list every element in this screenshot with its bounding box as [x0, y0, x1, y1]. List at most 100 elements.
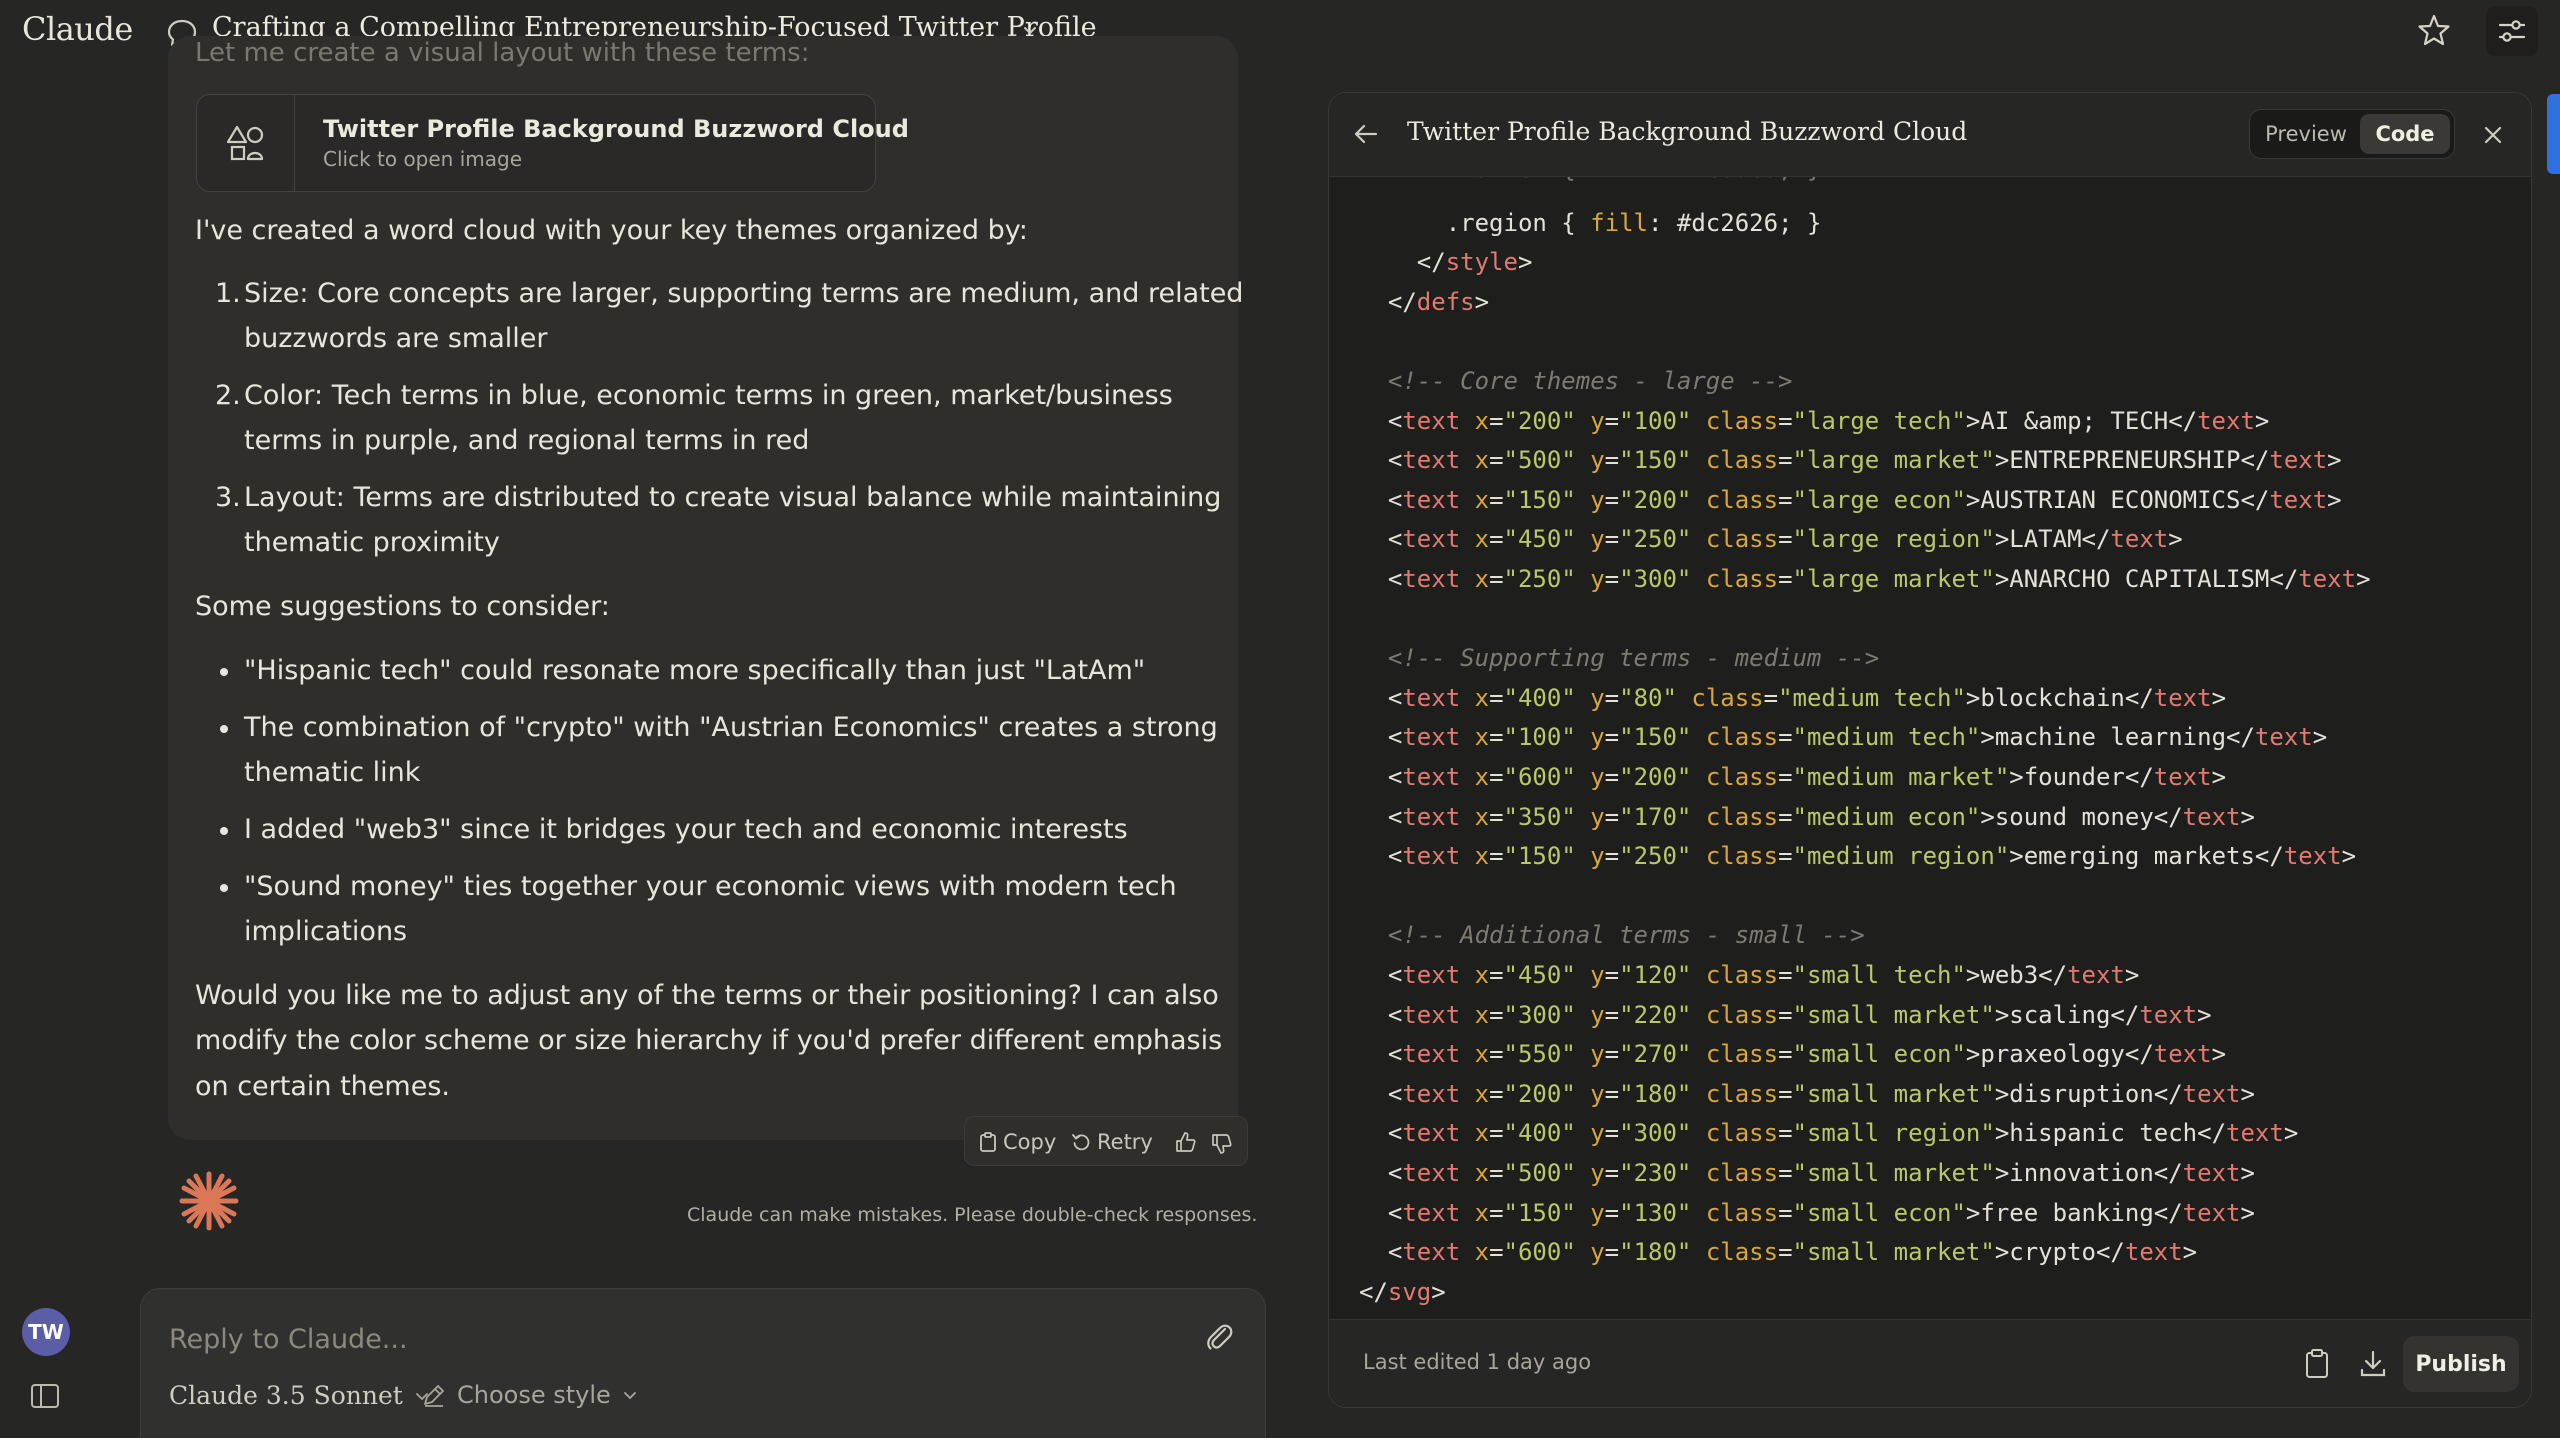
- right-edge-indicator: [2547, 94, 2560, 174]
- last-edited-text: Last edited 1 day ago: [1363, 1350, 1592, 1374]
- bullet-dot: [220, 668, 228, 676]
- code-line: </svg>: [1359, 1277, 1446, 1306]
- message-action-bar: Copy Retry: [964, 1116, 1248, 1166]
- artifact-header: Twitter Profile Background Buzzword Clou…: [1329, 93, 2531, 177]
- copy-button[interactable]: Copy: [979, 1127, 1056, 1157]
- bullet-line: "Sound money" ties together your economi…: [244, 871, 1177, 902]
- code-line: <text x="500" y="230" class="small marke…: [1359, 1159, 2255, 1187]
- reply-input[interactable]: [169, 1319, 1169, 1359]
- sliders-icon: [2498, 20, 2526, 42]
- preview-code-toggle: Preview Code: [2249, 109, 2455, 159]
- code-line: <text x="600" y="200" class="medium mark…: [1359, 763, 2227, 791]
- settings-button[interactable]: [2486, 6, 2538, 56]
- bullet-line: thematic link: [244, 757, 421, 788]
- claude-spark-icon: [179, 1171, 239, 1231]
- suggestions-heading: Some suggestions to consider:: [195, 591, 610, 622]
- bullet-dot: [220, 827, 228, 835]
- code-line: <text x="550" y="270" class="small econ"…: [1359, 1040, 2227, 1069]
- code-line: <text x="150" y="200" class="large econ"…: [1359, 485, 2342, 514]
- thumbs-up-icon[interactable]: [1175, 1131, 1197, 1153]
- code-line: <text x="450" y="120" class="small tech"…: [1359, 961, 2140, 989]
- bullet-line: "Hispanic tech" could resonate more spec…: [244, 655, 1146, 686]
- star-button[interactable]: [2414, 10, 2454, 50]
- paperclip-icon[interactable]: [1201, 1319, 1237, 1355]
- bullet-line: I added "web3" since it bridges your tec…: [244, 814, 1128, 845]
- list-number: 3.: [215, 482, 241, 513]
- code-view[interactable]: .market { fill: #7c3aed; } .region { fil…: [1329, 177, 2531, 1317]
- code-line: <text x="150" y="250" class="medium regi…: [1359, 842, 2357, 871]
- composer: Claude 3.5 Sonnet Choose style: [140, 1288, 1266, 1438]
- code-line: <text x="150" y="130" class="small econ"…: [1359, 1198, 2255, 1227]
- retry-button[interactable]: Retry: [1071, 1127, 1153, 1157]
- bullet-line: implications: [244, 916, 408, 947]
- artifact-panel: Twitter Profile Background Buzzword Clou…: [1328, 92, 2532, 1408]
- code-line: <text x="250" y="300" class="large marke…: [1359, 565, 2371, 593]
- closing-line: Would you like me to adjust any of the t…: [195, 980, 1219, 1011]
- pen-icon: [424, 1385, 444, 1407]
- code-line: <text x="500" y="150" class="large marke…: [1359, 446, 2342, 475]
- code-line: <text x="600" y="180" class="small marke…: [1359, 1238, 2198, 1267]
- bullet-line: The combination of "crypto" with "Austri…: [244, 712, 1218, 743]
- code-line: <text x="200" y="100" class="large tech"…: [1359, 406, 2270, 435]
- star-icon: [2418, 14, 2450, 46]
- tab-preview[interactable]: Preview: [2254, 114, 2358, 154]
- clipboard-icon[interactable]: [2299, 1346, 2335, 1382]
- code-line: <!-- Additional terms - small -->: [1387, 921, 1865, 950]
- code-line: <text x="400" y="80" class="medium tech"…: [1359, 683, 2227, 712]
- code-line: <text x="350" y="170" class="medium econ…: [1359, 802, 2255, 831]
- sidebar-toggle-icon[interactable]: [30, 1382, 60, 1410]
- artifact-chip-title: Twitter Profile Background Buzzword Clou…: [323, 115, 909, 143]
- list-item-line: buzzwords are smaller: [244, 323, 548, 354]
- model-selector[interactable]: Claude 3.5 Sonnet: [169, 1381, 431, 1410]
- list-number: 2.: [215, 380, 241, 411]
- thumbs-down-icon[interactable]: [1211, 1133, 1233, 1155]
- code-line: <text x="400" y="300" class="small regio…: [1359, 1119, 2299, 1148]
- copy-label: Copy: [1003, 1130, 1057, 1154]
- back-arrow-icon[interactable]: [1349, 117, 1383, 151]
- style-label: Choose style: [457, 1381, 611, 1409]
- code-line: <!-- Supporting terms - medium -->: [1387, 644, 1880, 673]
- code-line: <!-- Core themes - large -->: [1387, 367, 1793, 395]
- model-name: Claude 3.5 Sonnet: [169, 1381, 403, 1410]
- code-line: <text x="200" y="180" class="small marke…: [1359, 1079, 2255, 1108]
- list-number: 1.: [215, 278, 241, 309]
- close-icon[interactable]: [2477, 119, 2509, 151]
- message-intro: I've created a word cloud with your key …: [195, 215, 1028, 246]
- list-item-line: Size: Core concepts are larger, supporti…: [244, 278, 1244, 309]
- artifact-footer: Last edited 1 day ago Publish: [1329, 1319, 2531, 1407]
- faded-intro-text: Let me create a visual layout with these…: [195, 38, 810, 68]
- disclaimer-text: Claude can make mistakes. Please double-…: [687, 1204, 1258, 1226]
- bullet-dot: [220, 884, 228, 892]
- list-item-line: Layout: Terms are distributed to create …: [244, 482, 1222, 513]
- code-line: </style>: [1359, 248, 1533, 277]
- code-line: </defs>: [1359, 287, 1490, 316]
- code-line: <text x="450" y="250" class="large regio…: [1359, 525, 2183, 554]
- artifact-chip-icon-box: [197, 95, 295, 191]
- artifact-chip-subtitle: Click to open image: [323, 147, 523, 171]
- style-selector[interactable]: Choose style: [421, 1381, 639, 1409]
- list-item-line: thematic proximity: [244, 527, 500, 558]
- code-line: .region { fill: #dc2626; }: [1445, 208, 1822, 237]
- artifact-title: Twitter Profile Background Buzzword Clou…: [1407, 117, 1968, 146]
- clipboard-icon: [980, 1132, 996, 1152]
- retry-icon: [1072, 1134, 1090, 1151]
- artifact-chip[interactable]: Twitter Profile Background Buzzword Clou…: [196, 94, 909, 192]
- closing-line: on certain themes.: [195, 1071, 450, 1102]
- publish-button[interactable]: Publish: [2403, 1336, 2519, 1392]
- chevron-down-icon: [623, 1392, 636, 1400]
- list-item-line: terms in purple, and regional terms in r…: [244, 425, 810, 456]
- closing-line: modify the color scheme or size hierarch…: [195, 1025, 1223, 1056]
- list-item-line: Color: Tech terms in blue, economic term…: [244, 380, 1173, 411]
- download-icon[interactable]: [2355, 1346, 2391, 1382]
- retry-label: Retry: [1097, 1130, 1153, 1154]
- code-line: <text x="100" y="150" class="medium tech…: [1359, 723, 2328, 752]
- user-avatar[interactable]: TW: [22, 1308, 70, 1356]
- bullet-dot: [220, 725, 228, 733]
- claude-logo[interactable]: Claude: [22, 10, 133, 48]
- shapes-icon: [226, 125, 263, 161]
- tab-code[interactable]: Code: [2360, 114, 2450, 154]
- code-line: <text x="300" y="220" class="small marke…: [1359, 1000, 2212, 1029]
- code-line: .market { fill: #7c3aed; }: [1359, 177, 1822, 193]
